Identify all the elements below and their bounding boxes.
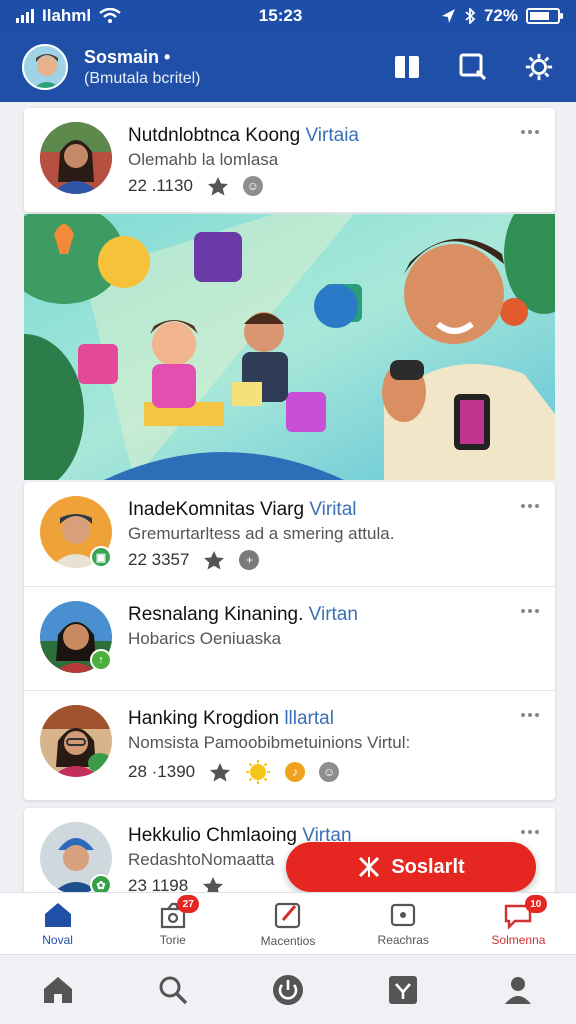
fab-button[interactable]: Soslarlt	[286, 842, 536, 892]
nav-power-button[interactable]	[268, 970, 308, 1010]
star-icon[interactable]	[209, 762, 231, 782]
search-icon	[459, 53, 487, 81]
item-meta: 22 3357 +	[128, 550, 260, 570]
header-titles: Sosmain • (Bmutala bcritel)	[84, 47, 392, 88]
list-item[interactable]: ▣ InadeKomnitas Viarg Virital Gremurtarl…	[24, 482, 555, 586]
gear-icon	[525, 53, 553, 81]
app-header: Sosmain • (Bmutala bcritel)	[0, 32, 576, 102]
media-icon	[391, 903, 416, 926]
list-item[interactable]: Nutdnlobtnca Koong Virtaia Olemahb la lo…	[24, 108, 555, 212]
item-subtitle: Olemahb la lomlasa	[128, 150, 279, 169]
item-subtitle: Hobarics Oeniuaska	[128, 629, 282, 648]
system-navigation	[0, 954, 576, 1024]
item-meta: 28 ·1390 ♪ ☺	[128, 759, 340, 785]
header-actions	[392, 52, 554, 82]
sparkle-icon	[359, 856, 380, 878]
apps-icon	[389, 975, 418, 1004]
more-options-button[interactable]	[521, 609, 539, 613]
tab-torie[interactable]: 27 Torie	[115, 893, 230, 954]
item-subtitle: Nomsista Pamoobibmetuinions Virtul:	[128, 733, 411, 752]
fab-label: Soslarlt	[391, 855, 465, 878]
wifi-icon	[99, 8, 121, 23]
nav-home-button[interactable]	[38, 970, 78, 1010]
more-options-button[interactable]	[521, 130, 539, 134]
nav-apps-button[interactable]	[383, 970, 423, 1010]
tab-label: Noval	[42, 932, 73, 947]
status-badge: ↑	[90, 649, 112, 671]
bottom-tab-bar: Noval 27 Torie Macentios Reachras 10 Sol…	[0, 892, 576, 954]
notification-badge: 27	[177, 895, 200, 913]
notification-badge: 10	[524, 895, 547, 913]
tab-solmenna[interactable]: 10 Solmenna	[461, 893, 576, 954]
battery-icon	[525, 8, 563, 24]
tab-label: Torie	[159, 932, 186, 947]
carrier-label: Ilahml	[42, 6, 92, 25]
more-options-button[interactable]	[521, 713, 539, 717]
settings-button[interactable]	[524, 52, 554, 82]
more-options-button[interactable]	[521, 830, 539, 834]
list-item[interactable]: Hanking Krogdion lllartal Nomsista Pamoo…	[24, 690, 555, 794]
profile-avatar[interactable]	[22, 44, 68, 90]
feed-card-1[interactable]: Nutdnlobtnca Koong Virtaia Olemahb la lo…	[24, 108, 555, 212]
book-button[interactable]	[392, 52, 422, 82]
status-bar: Ilahml 15:23 72%	[0, 0, 576, 32]
reaction-icon[interactable]: ☺	[319, 762, 340, 782]
home-icon	[44, 902, 71, 927]
search-button[interactable]	[458, 52, 488, 82]
user-icon	[505, 976, 532, 1004]
star-icon[interactable]	[207, 176, 229, 196]
status-badge: ▣	[90, 546, 112, 568]
tab-macentios[interactable]: Macentios	[230, 893, 345, 954]
book-icon	[395, 56, 419, 78]
featured-banner[interactable]	[24, 214, 555, 480]
item-title: Nutdnlobtnca Koong Virtaia	[128, 125, 359, 146]
location-icon	[441, 9, 455, 23]
battery-percent: 72%	[483, 6, 518, 25]
clock: 15:23	[258, 6, 303, 25]
status-badge: ✿	[90, 874, 112, 894]
star-icon[interactable]	[203, 550, 225, 570]
sun-icon[interactable]	[245, 759, 271, 785]
item-title: Hanking Krogdion lllartal	[128, 708, 334, 729]
item-subtitle: Gremurtarltess ad a smering attula.	[128, 524, 395, 543]
tab-home[interactable]: Noval	[0, 893, 115, 954]
nav-search-button[interactable]	[153, 970, 193, 1010]
home-icon	[43, 976, 72, 1003]
more-options-button[interactable]	[521, 504, 539, 508]
power-icon	[272, 974, 303, 1005]
nav-profile-button[interactable]	[498, 970, 538, 1010]
item-meta-text: 28 ·1390	[128, 762, 196, 781]
avatar	[40, 705, 112, 777]
reaction-icon[interactable]: ☺	[242, 176, 263, 196]
signal-icon	[16, 9, 34, 23]
music-icon[interactable]: ♪	[285, 762, 306, 782]
edit-icon	[274, 902, 301, 928]
tab-label: Macentios	[260, 933, 316, 948]
search-icon	[159, 976, 187, 1004]
item-meta: 22 .1130 ☺	[128, 176, 263, 196]
header-title: Sosmain •	[84, 46, 171, 67]
item-meta-text: 22 .1130	[128, 176, 193, 195]
list-item[interactable]: ↑ Resnalang Kinaning. Virtan Hobarics Oe…	[24, 586, 555, 690]
item-subtitle: RedashtoNomaatta	[128, 850, 275, 869]
tab-reachras[interactable]: Reachras	[346, 893, 461, 954]
header-subtitle: (Bmutala bcritel)	[84, 69, 201, 87]
item-title: InadeKomnitas Viarg Virital	[128, 499, 357, 520]
add-icon[interactable]: +	[239, 550, 260, 570]
item-meta-text: 22 3357	[128, 550, 190, 569]
tab-label: Solmenna	[491, 932, 546, 947]
status-left: Ilahml	[16, 6, 121, 26]
bluetooth-icon	[465, 8, 476, 24]
item-title: Resnalang Kinaning. Virtan	[128, 604, 358, 625]
avatar	[40, 122, 112, 194]
feed-card-2[interactable]: ▣ InadeKomnitas Viarg Virital Gremurtarl…	[24, 482, 555, 800]
tab-label: Reachras	[377, 932, 429, 947]
status-right: 72%	[440, 6, 563, 26]
